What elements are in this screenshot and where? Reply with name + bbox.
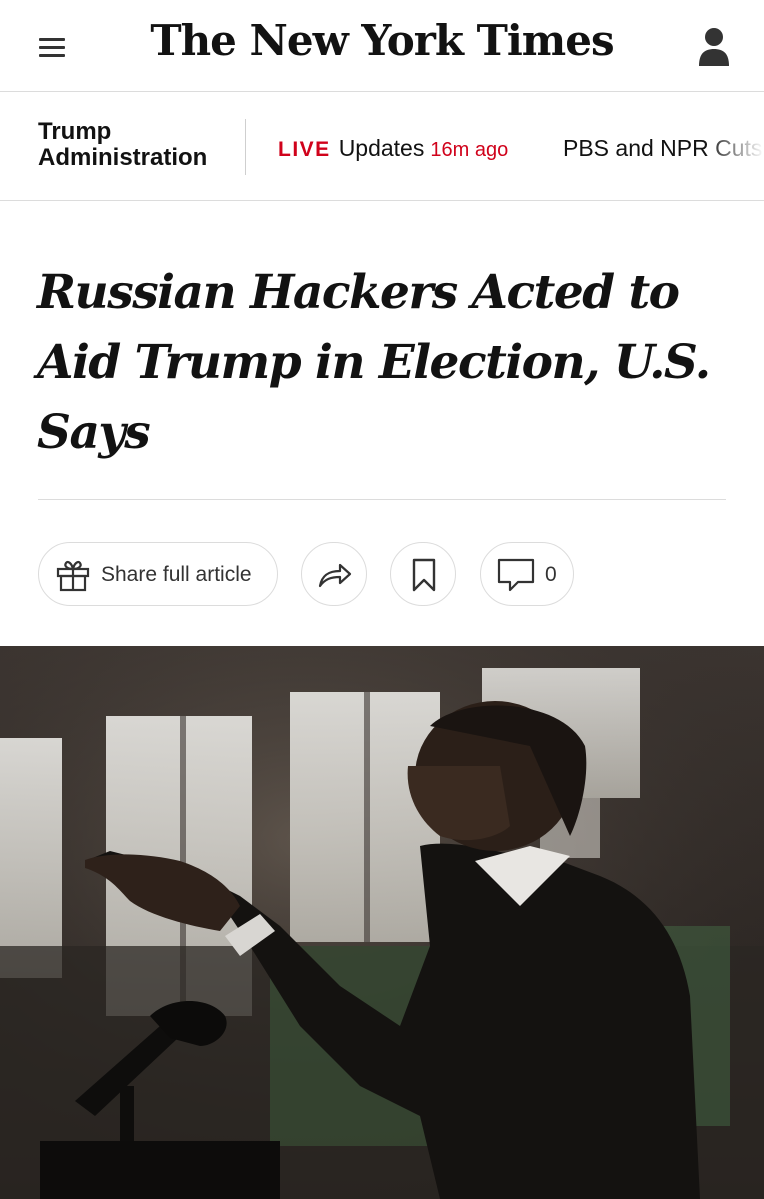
bookmark-icon [412, 558, 436, 592]
save-article-button[interactable] [390, 542, 456, 606]
gift-icon [56, 560, 90, 592]
comment-bubble-icon [497, 558, 535, 592]
comment-count: 0 [545, 563, 557, 586]
live-updates-label: Updates [338, 135, 425, 161]
lead-photo-image [0, 646, 764, 1199]
comments-button[interactable]: 0 [480, 542, 574, 606]
pbs-npr-cuts-link[interactable]: PBS and NPR Cuts [563, 135, 762, 162]
masthead: The New York Times [0, 0, 764, 92]
share-button[interactable] [301, 542, 367, 606]
live-timestamp: 16m ago [430, 139, 509, 161]
account-button[interactable] [696, 26, 732, 68]
share-arrow-icon [318, 563, 352, 588]
article-headline: Russian Hackers Acted to Aid Trump in El… [37, 265, 711, 460]
section-title[interactable]: Trump Administration [38, 119, 207, 171]
share-full-article-button[interactable]: Share full article [38, 542, 278, 606]
live-badge: LIVE [278, 138, 331, 161]
section-divider [245, 119, 246, 175]
section-bar: Trump Administration LIVE Updates 16m ago … [0, 93, 764, 201]
section-title-line2: Administration [38, 144, 208, 171]
lead-photo [0, 646, 764, 1199]
nyt-logo[interactable]: The New York Times [0, 16, 764, 65]
user-account-icon [699, 28, 729, 66]
headline-divider [38, 499, 726, 500]
share-full-article-label: Share full article [101, 563, 252, 586]
live-updates-link[interactable]: LIVE Updates 16m ago [278, 135, 508, 162]
section-title-line1: Trump [38, 118, 112, 145]
